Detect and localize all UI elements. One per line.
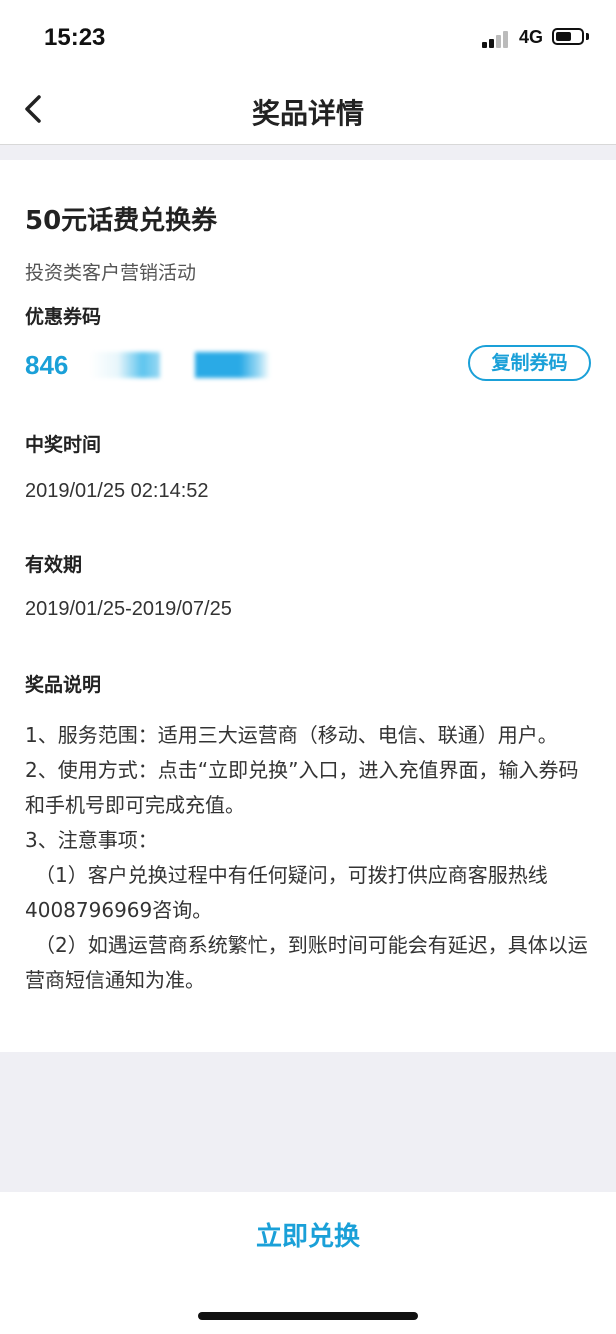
- description-item: 2、使用方式：点击“立即兑换”入口，进入充值界面，输入券码和手机号即可完成充值。: [25, 758, 579, 817]
- win-time-value: 2019/01/25 02:14:52: [25, 480, 209, 502]
- prize-description: 1、服务范围：适用三大运营商（移动、电信、联通）用户。 2、使用方式：点击“立即…: [25, 718, 595, 998]
- prize-detail-card: 50元话费兑换券 投资类客户营销活动 优惠券码 846 复制券码 中奖时间 20…: [0, 160, 616, 1052]
- coupon-code-mask: [90, 352, 160, 378]
- status-bar: 15:23 4G: [0, 0, 616, 74]
- network-type: 4G: [519, 27, 544, 47]
- description-item: 1、服务范围：适用三大运营商（移动、电信、联通）用户。: [25, 723, 558, 747]
- description-label: 奖品说明: [25, 674, 102, 696]
- coupon-code-label: 优惠券码: [25, 306, 102, 328]
- signal-icon: [482, 30, 512, 48]
- home-indicator[interactable]: [198, 1312, 418, 1320]
- activity-name: 投资类客户营销活动: [25, 262, 197, 284]
- nav-bar: 奖品详情: [0, 74, 616, 145]
- description-item: 3、注意事项：: [25, 828, 158, 852]
- coupon-code-mask: [195, 352, 270, 378]
- coupon-code: 846: [25, 350, 69, 380]
- battery-icon: [552, 28, 584, 45]
- validity-label: 有效期: [25, 554, 83, 576]
- validity-value: 2019/01/25-2019/07/25: [25, 598, 232, 620]
- prize-name: 50元话费兑换券: [25, 206, 218, 236]
- description-item: （1）客户兑换过程中有任何疑问，可拨打供应商客服热线4008796969咨询。: [25, 863, 548, 922]
- redeem-now-button[interactable]: 立即兑换: [0, 1214, 616, 1260]
- copy-coupon-button[interactable]: 复制券码: [468, 345, 591, 381]
- description-item: （2）如遇运营商系统繁忙，到账时间可能会有延迟，具体以运营商短信通知为准。: [25, 933, 588, 992]
- page-title: 奖品详情: [251, 97, 364, 130]
- battery-tip: [586, 33, 589, 40]
- bottom-bar: 立即兑换: [0, 1192, 616, 1334]
- status-time: 15:23: [44, 24, 106, 51]
- win-time-label: 中奖时间: [25, 434, 102, 456]
